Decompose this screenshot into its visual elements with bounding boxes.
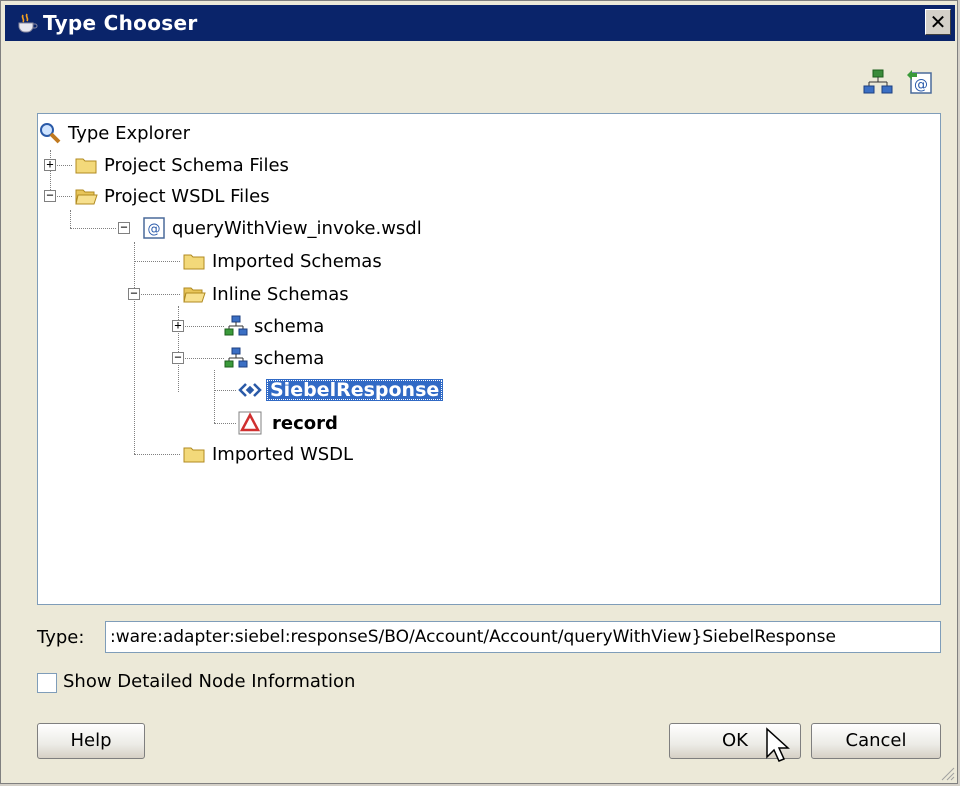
- tree-connector: [214, 423, 236, 424]
- title-bar[interactable]: Type Chooser ✕: [5, 5, 955, 41]
- wsdl-import-icon[interactable]: @: [905, 67, 935, 97]
- tree-item-imported-schemas[interactable]: Imported Schemas: [168, 246, 382, 276]
- type-row: Type: :ware:adapter:siebel:responseS/BO/…: [37, 621, 941, 655]
- close-button[interactable]: ✕: [925, 9, 951, 35]
- tree-label: Imported Schemas: [212, 250, 382, 272]
- tree-item-project-wsdl-files[interactable]: Project WSDL Files: [74, 181, 270, 211]
- tree-item-inline-schemas[interactable]: Inline Schemas: [168, 279, 349, 309]
- complex-type-icon: [238, 411, 262, 435]
- tree-label: Type Explorer: [68, 122, 191, 144]
- type-chooser-dialog: Type Chooser ✕ @ Type Explorer + Project…: [0, 0, 958, 784]
- folder-closed-icon: [183, 447, 205, 463]
- wsdl-file-icon: @: [143, 217, 165, 239]
- tree-label: schema: [254, 347, 325, 369]
- tree-connector: [214, 390, 236, 391]
- tree-label: Project WSDL Files: [104, 185, 270, 207]
- tree-item-record[interactable]: record: [238, 408, 338, 438]
- tree-label: Imported WSDL: [212, 443, 354, 465]
- dialog-title: Type Chooser: [43, 11, 198, 35]
- collapse-toggle-minus-icon[interactable]: −: [172, 351, 184, 364]
- mouse-pointer-icon: [766, 727, 790, 762]
- element-icon: [238, 383, 262, 397]
- show-details-checkbox[interactable]: [37, 673, 57, 693]
- folder-open-icon: [75, 189, 98, 205]
- tree-item-project-schema-files[interactable]: Project Schema Files: [74, 150, 289, 180]
- help-button[interactable]: Help: [37, 723, 145, 759]
- cancel-button[interactable]: Cancel: [811, 723, 941, 759]
- app-cup-icon: [18, 13, 38, 33]
- folder-closed-icon: [75, 158, 97, 174]
- tree-connector: [134, 242, 135, 454]
- tree-root-type-explorer[interactable]: Type Explorer: [38, 118, 190, 148]
- resize-grip-icon[interactable]: [939, 765, 955, 781]
- show-details-label[interactable]: Show Detailed Node Information: [63, 671, 355, 692]
- type-field[interactable]: :ware:adapter:siebel:responseS/BO/Accoun…: [105, 621, 941, 653]
- type-explorer-tree[interactable]: Type Explorer + Project Schema Files − P…: [37, 113, 941, 605]
- folder-open-icon: [183, 287, 206, 303]
- tree-label: Project Schema Files: [104, 154, 289, 176]
- tree-label-selected: SiebelResponse: [266, 379, 444, 401]
- tree-label: schema: [254, 315, 325, 337]
- tree-connector: [214, 370, 215, 423]
- magnifier-icon: [40, 123, 61, 144]
- tree-item-schema-2[interactable]: schema: [210, 343, 324, 373]
- tree-label: record: [272, 412, 338, 434]
- schema-tree-icon[interactable]: [863, 67, 893, 97]
- collapse-toggle-minus-icon[interactable]: −: [44, 189, 56, 202]
- tree-item-siebelresponse[interactable]: SiebelResponse: [238, 375, 444, 405]
- tree-connector: [70, 228, 116, 229]
- collapse-toggle-minus-icon[interactable]: −: [128, 287, 140, 300]
- tree-label: queryWithView_invoke.wsdl: [172, 217, 422, 239]
- folder-closed-icon: [183, 254, 205, 270]
- expand-toggle-plus-icon[interactable]: +: [44, 158, 56, 171]
- tree-label: Inline Schemas: [212, 283, 349, 305]
- svg-text:@: @: [914, 77, 928, 93]
- schema-icon: [224, 315, 248, 336]
- tree-item-imported-wsdl[interactable]: Imported WSDL: [168, 439, 353, 469]
- svg-text:@: @: [148, 222, 161, 237]
- type-label: Type:: [37, 627, 85, 648]
- tree-item-schema-1[interactable]: schema: [210, 311, 324, 341]
- tree-connector: [70, 210, 71, 228]
- schema-icon: [224, 347, 248, 368]
- expand-toggle-plus-icon[interactable]: +: [172, 319, 184, 332]
- tree-item-wsdl-file[interactable]: @ queryWithView_invoke.wsdl: [118, 213, 422, 243]
